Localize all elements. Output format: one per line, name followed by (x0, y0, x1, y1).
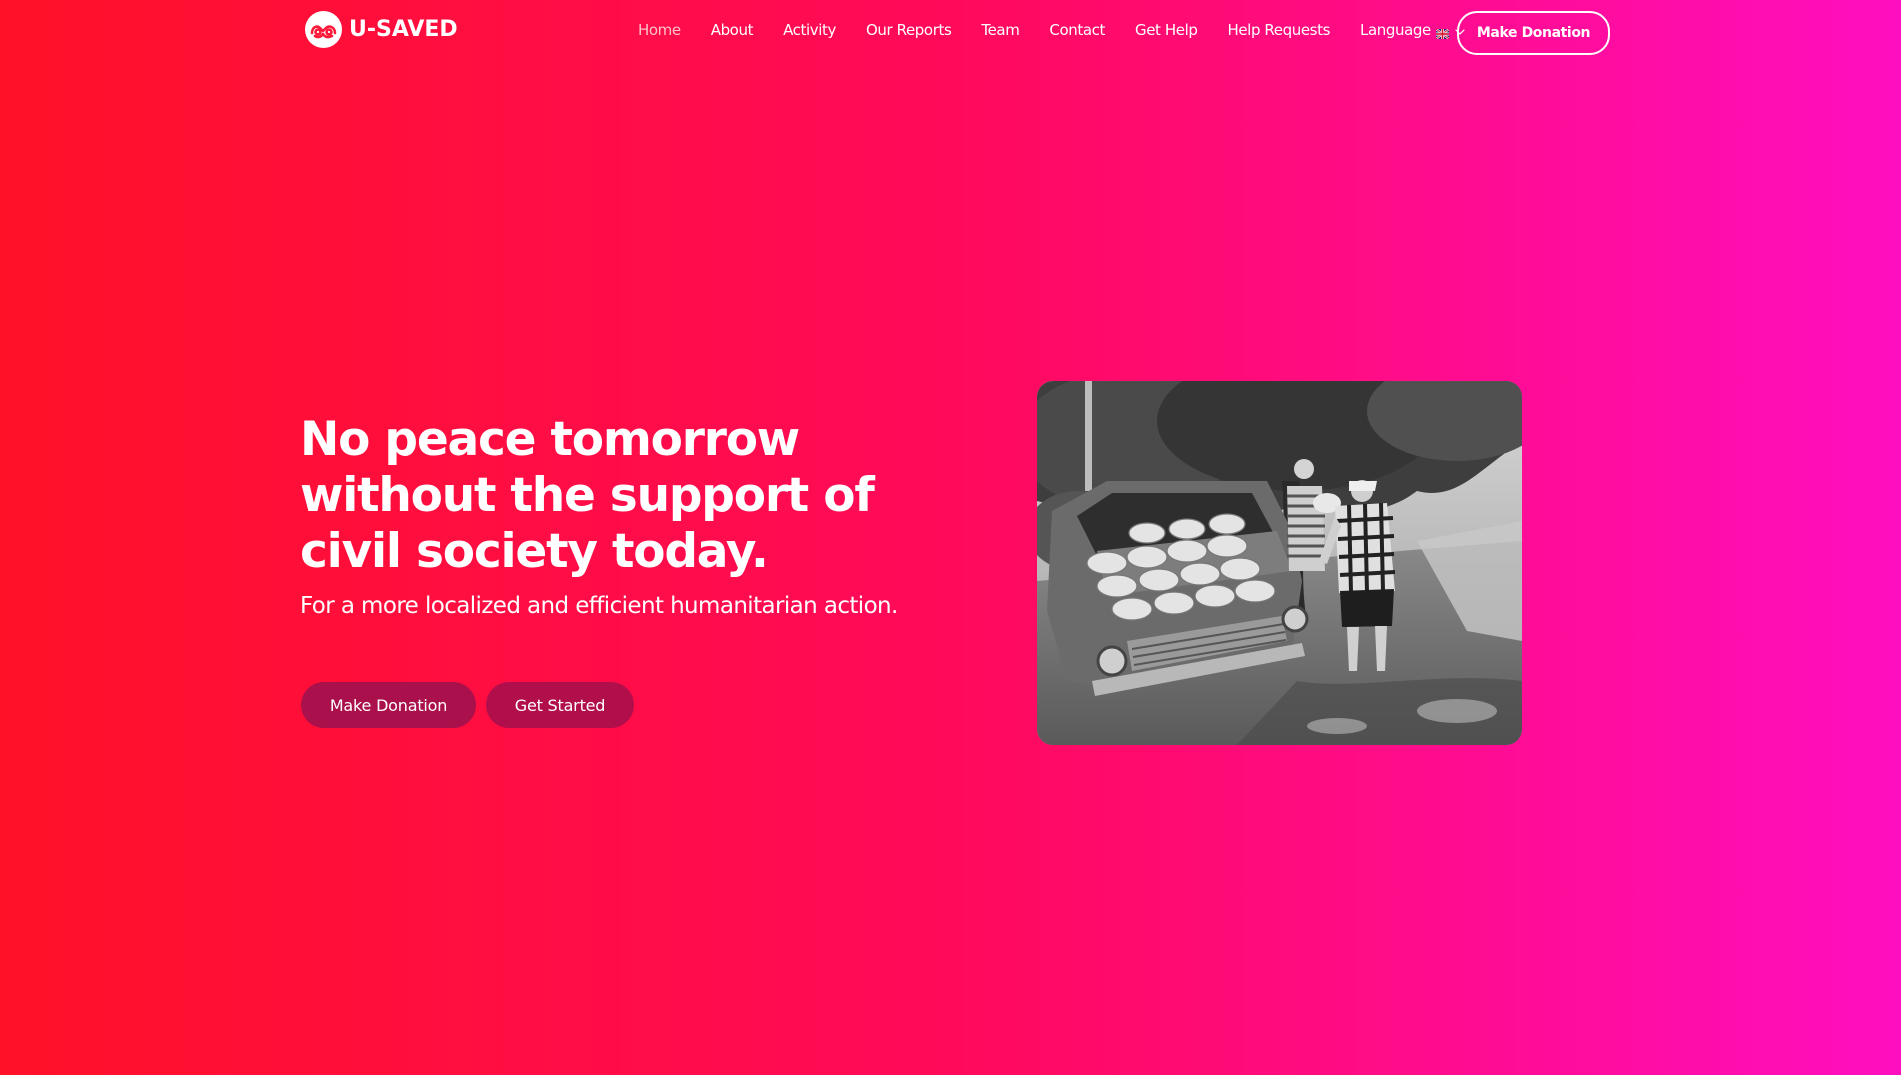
language-dropdown[interactable]: Language (1359, 21, 1466, 40)
get-started-button[interactable]: Get Started (486, 682, 634, 728)
brand-logo[interactable]: U-SAVED (305, 11, 458, 48)
uk-flag-icon (1435, 25, 1450, 40)
make-donation-button[interactable]: Make Donation (301, 682, 476, 728)
hero-subtitle: For a more localized and efficient human… (300, 593, 898, 619)
nav-item-home[interactable]: Home (638, 21, 681, 39)
nav-item-help-requests[interactable]: Help Requests (1227, 21, 1330, 39)
brand-name: U-SAVED (349, 17, 458, 42)
nav-item-team[interactable]: Team (981, 21, 1019, 39)
nav-item-contact[interactable]: Contact (1049, 21, 1105, 39)
nav-item-our-reports[interactable]: Our Reports (866, 21, 952, 39)
hero-title: No peace tomorrow without the support of… (300, 412, 875, 579)
nav-item-get-help[interactable]: Get Help (1135, 21, 1198, 39)
hero-photo (1037, 381, 1522, 745)
language-label: Language (1359, 21, 1431, 39)
logo-icon (305, 11, 342, 48)
main-nav: Home About Activity Our Reports Team Con… (638, 21, 1466, 40)
header-donate-button[interactable]: Make Donation (1457, 11, 1610, 55)
nav-item-about[interactable]: About (711, 21, 754, 39)
nav-item-activity[interactable]: Activity (783, 21, 836, 39)
site-header: U-SAVED Home About Activity Our Reports … (0, 0, 1901, 62)
